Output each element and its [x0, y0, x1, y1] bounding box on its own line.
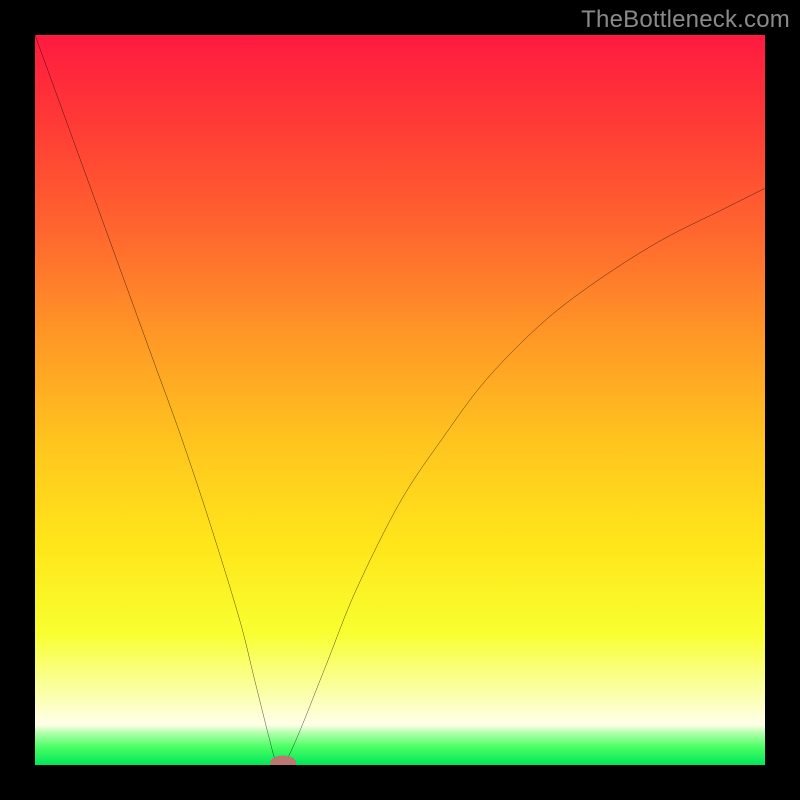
- watermark-text: TheBottleneck.com: [581, 6, 790, 34]
- chart-stage: TheBottleneck.com: [0, 0, 800, 800]
- plot-area: [35, 35, 765, 765]
- gradient-background: [35, 35, 765, 765]
- bottleneck-chart: [35, 35, 765, 765]
